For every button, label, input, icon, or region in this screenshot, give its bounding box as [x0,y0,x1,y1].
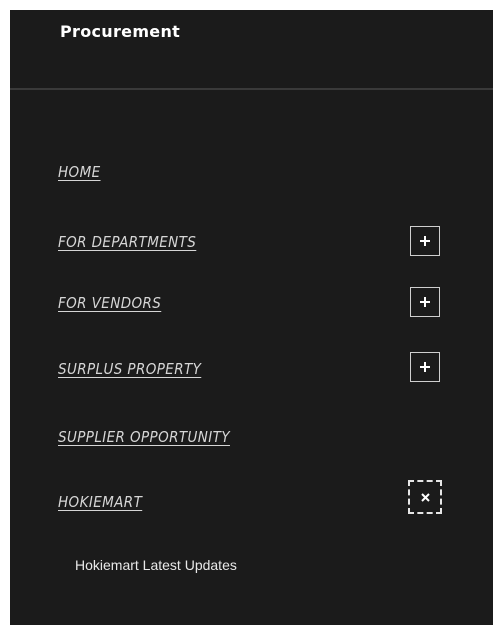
expand-for-departments-button[interactable] [410,226,440,256]
nav-panel: Procurement HOME FOR DEPARTMENTS FOR VEN… [10,10,493,625]
plus-icon [420,297,430,307]
collapse-hokiemart-button[interactable] [408,480,442,514]
nav-header: Procurement [10,10,493,90]
nav-item-for-departments[interactable]: FOR DEPARTMENTS [58,233,196,251]
nav-item-hokiemart[interactable]: HOKIEMART [58,493,142,511]
close-icon [420,492,430,502]
plus-icon [420,362,430,372]
expand-surplus-property-button[interactable] [410,352,440,382]
sub-item-hokiemart-latest-updates[interactable]: Hokiemart Latest Updates [75,557,237,573]
nav-item-surplus-property[interactable]: SURPLUS PROPERTY [58,360,201,378]
nav-item-supplier-opportunity[interactable]: SUPPLIER OPPORTUNITY [58,428,230,446]
page-title: Procurement [60,22,181,41]
expand-for-vendors-button[interactable] [410,287,440,317]
nav-item-home[interactable]: HOME [58,163,101,181]
plus-icon [420,236,430,246]
nav-item-for-vendors[interactable]: FOR VENDORS [58,294,161,312]
